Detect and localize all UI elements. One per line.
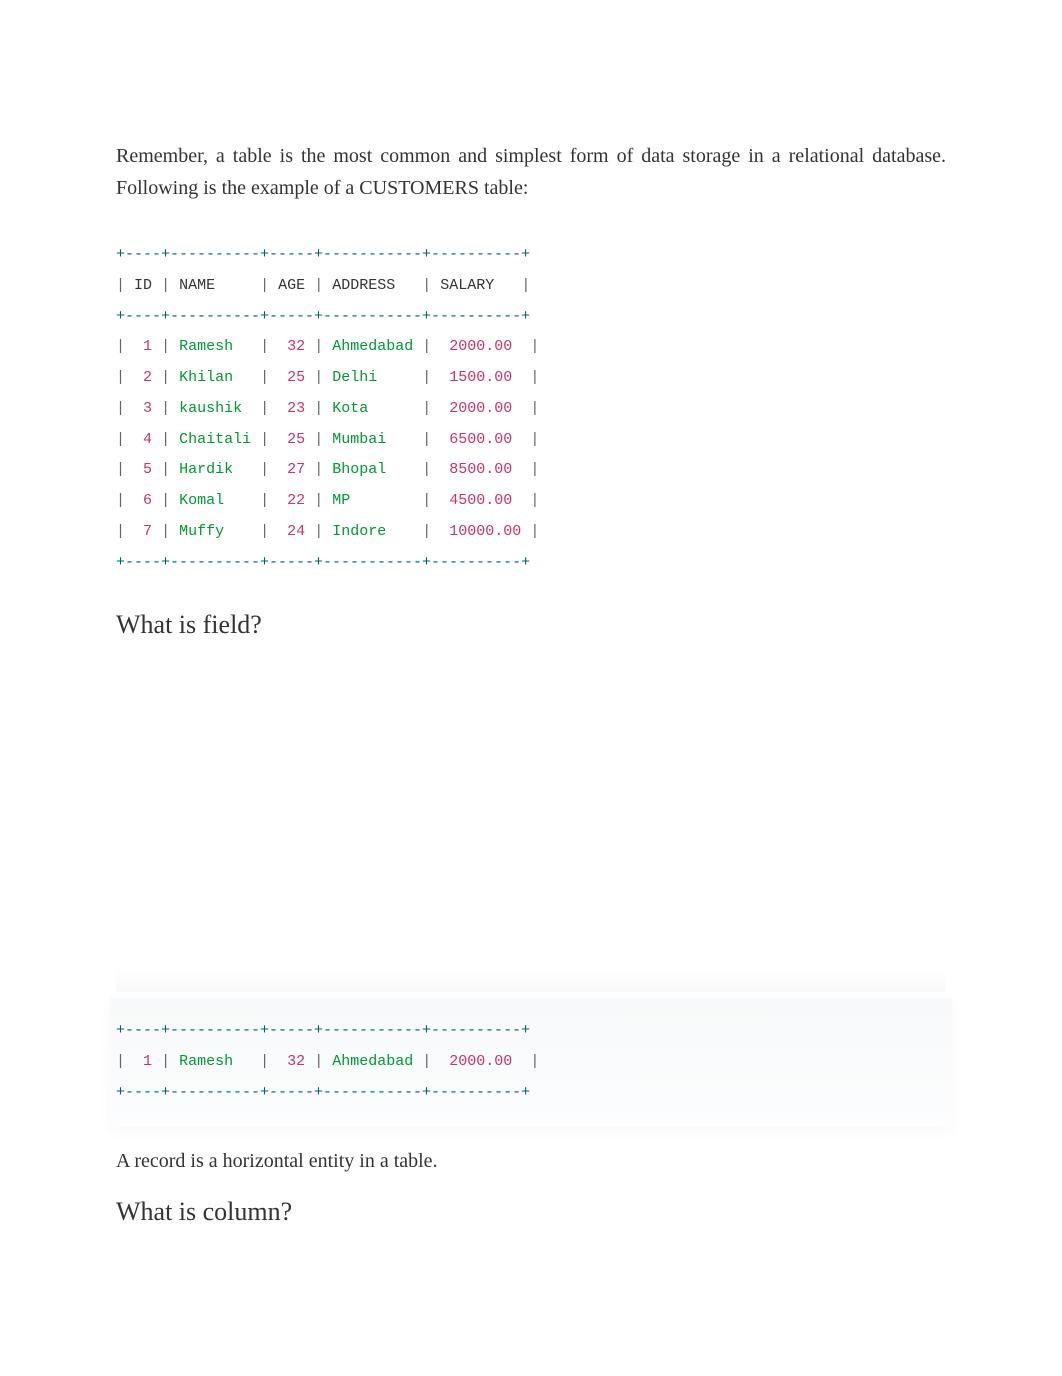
blur-top <box>116 968 946 992</box>
single-record-block: +----+----------+-----+-----------+-----… <box>110 998 952 1126</box>
single-record-ascii: +----+----------+-----+-----------+-----… <box>110 1016 952 1108</box>
record-description: A record is a horizontal entity in a tab… <box>116 1145 946 1177</box>
customers-table-ascii: +----+----------+-----+-----------+-----… <box>116 240 946 578</box>
heading-what-is-field: What is field? <box>116 610 946 640</box>
intro-paragraph: Remember, a table is the most common and… <box>116 140 946 204</box>
heading-what-is-column: What is column? <box>116 1197 946 1227</box>
page-gap <box>116 648 946 968</box>
